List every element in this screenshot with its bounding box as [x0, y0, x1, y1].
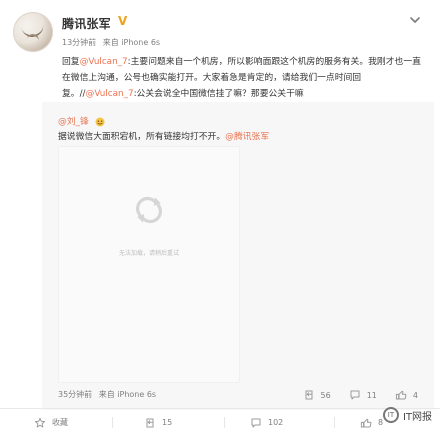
post-content: 回复@Vulcan_7:主要问题来自一个机房，所以影响面跟这个机房的服务有关。我… [62, 54, 422, 102]
reposted-repost-action[interactable]: 56 [303, 389, 331, 401]
avatar[interactable] [13, 12, 53, 52]
star-icon [34, 417, 46, 427]
reposted-text: 据说微信大面积宕机，所有链接均打不开。@腾讯张军 [58, 129, 269, 142]
media-load-failed-text: 无法加载，请稍后重试 [118, 250, 179, 257]
mention-link[interactable]: @腾讯张军 [225, 132, 269, 142]
comment-button[interactable]: 102 [250, 410, 283, 435]
post-source: 来自 iPhone 6s [102, 38, 161, 47]
reposted-comment-action[interactable]: 11 [349, 389, 377, 401]
reposted-weibo: @刘_锋 据说微信大面积宕机，所有链接均打不开。@腾讯张军 无法加载，请稍后重试… [42, 102, 434, 412]
verified-badge-icon: V [118, 14, 128, 28]
thumbs-up-icon [360, 418, 372, 427]
mention-link[interactable]: @Vulcan_7 [80, 57, 128, 67]
like-button[interactable]: 8 [360, 410, 383, 435]
separator [334, 417, 335, 428]
watermark-text: IT网报 [402, 411, 432, 423]
reposted-text-body: 据说微信大面积宕机，所有链接均打不开。 [58, 132, 226, 142]
emoji-icon [95, 117, 105, 126]
repost-icon [305, 390, 313, 400]
comment-count: 102 [268, 418, 284, 427]
reposted-author[interactable]: @刘_锋 [58, 114, 106, 127]
refresh-icon[interactable] [127, 188, 171, 232]
comment-icon [350, 390, 360, 400]
reposted-time[interactable]: 35分钟前 [58, 390, 92, 399]
separator [112, 417, 113, 428]
comment-icon [251, 418, 261, 427]
divider [0, 408, 440, 409]
post-time[interactable]: 13分钟前 [62, 38, 96, 47]
mention-link[interactable]: @Vulcan_7 [86, 89, 134, 99]
watermark: IT IT网报 [382, 407, 432, 423]
post-meta: 13分钟前 来自 iPhone 6s [62, 37, 160, 48]
weibo-card: 腾讯张军 V 13分钟前 来自 iPhone 6s 回复@Vulcan_7:主要… [0, 0, 440, 435]
repost-count: 15 [162, 418, 173, 427]
watermark-logo-icon: IT [382, 407, 399, 423]
reposted-like-count: 4 [412, 390, 418, 400]
reposted-source: 来自 iPhone 6s [98, 390, 157, 399]
reposted-like-action[interactable]: 4 [395, 389, 418, 401]
collect-button[interactable]: 收藏 [34, 410, 68, 435]
reposted-meta: 35分钟前 来自 iPhone 6s [58, 389, 156, 400]
reply-prefix: 回复 [62, 57, 80, 67]
collect-label: 收藏 [52, 418, 68, 427]
reposted-comment-count: 11 [366, 390, 377, 400]
media-placeholder[interactable]: 无法加载，请稍后重试 [58, 146, 240, 383]
repost-button[interactable]: 15 [144, 410, 172, 435]
reposted-author-mention[interactable]: @刘_锋 [58, 117, 89, 127]
reposted-actions: 56 11 4 [303, 389, 418, 401]
reposted-repost-count: 56 [320, 390, 331, 400]
post-text: :公关会说全中国微信挂了嘛？那要公关干嘛 [133, 89, 304, 99]
bottom-action-bar: 收藏 15 102 8 [0, 410, 440, 435]
separator [224, 417, 225, 428]
chevron-down-icon[interactable] [409, 14, 421, 26]
repost-icon [146, 418, 154, 427]
post-author-name[interactable]: 腾讯张军 [62, 15, 111, 32]
thumbs-up-icon [395, 390, 407, 400]
